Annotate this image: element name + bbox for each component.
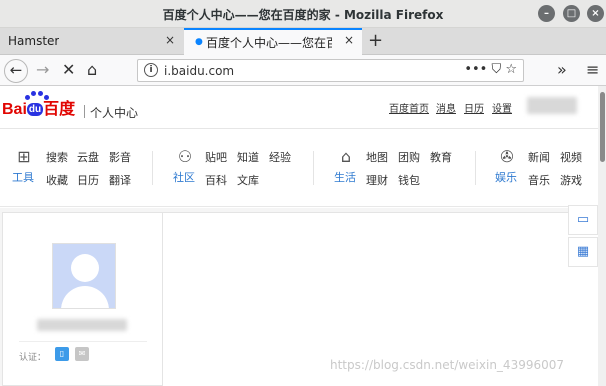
overflow-chevron-icon[interactable]: » xyxy=(557,59,567,81)
logo-bai: Bai xyxy=(2,101,27,118)
avatar-head xyxy=(71,254,99,282)
link-favorites[interactable]: 收藏 xyxy=(46,172,68,188)
link-video[interactable]: 影音 xyxy=(109,149,131,165)
divider xyxy=(152,151,153,185)
new-tab-button[interactable]: + xyxy=(368,30,383,51)
url-text[interactable]: i.baidu.com xyxy=(164,64,234,78)
maximize-button[interactable]: □ xyxy=(563,5,580,22)
apps-grid-icon[interactable]: ▦ xyxy=(568,237,598,267)
profile-card: 认证： ▯ ✉ xyxy=(2,212,163,386)
link-wallet[interactable]: 钱包 xyxy=(398,172,420,188)
link-tuangou[interactable]: 团购 xyxy=(398,149,420,165)
link-settings[interactable]: 设置 xyxy=(492,100,512,115)
mail-icon[interactable]: ✉ xyxy=(75,347,89,361)
tab-hamster[interactable]: Hamster × xyxy=(0,28,183,55)
tab-close-icon[interactable]: × xyxy=(165,33,175,47)
avatar[interactable] xyxy=(52,243,116,309)
home-button[interactable]: ⌂ xyxy=(87,59,97,81)
group-tools: ⊞ 工具 搜索 云盘 影音 收藏 日历 翻译 xyxy=(12,147,142,187)
phone-icon[interactable]: ▯ xyxy=(55,347,69,361)
link-jingyan[interactable]: 经验 xyxy=(269,149,291,165)
link-music[interactable]: 音乐 xyxy=(528,172,550,188)
username-redacted[interactable] xyxy=(527,97,577,114)
tab-loading-icon: ● xyxy=(195,37,203,47)
window-titlebar: 百度个人中心——您在百度的家 - Mozilla Firefox – □ × xyxy=(0,0,606,28)
verify-label: 认证： xyxy=(19,353,47,363)
film-reel-icon[interactable]: ✇ xyxy=(495,147,519,167)
link-messages[interactable]: 消息 xyxy=(436,100,456,115)
link-baidu-home[interactable]: 百度首页 xyxy=(389,100,429,115)
url-bar[interactable]: i i.baidu.com ••• ⛉ ☆ xyxy=(137,59,524,82)
group-title[interactable]: 工具 xyxy=(12,169,34,185)
link-education[interactable]: 教育 xyxy=(430,149,452,165)
grid-icon[interactable]: ⊞ xyxy=(12,147,36,167)
watermark: https://blog.csdn.net/weixin_43996007 xyxy=(330,358,565,372)
link-games[interactable]: 游戏 xyxy=(560,172,582,188)
link-calendar[interactable]: 日历 xyxy=(464,100,484,115)
back-button[interactable]: ← xyxy=(4,59,28,83)
link-tieba[interactable]: 贴吧 xyxy=(205,149,227,165)
divider xyxy=(19,341,147,342)
scrollbar-thumb[interactable] xyxy=(600,92,605,162)
minimize-button[interactable]: – xyxy=(538,5,555,22)
link-zhidao[interactable]: 知道 xyxy=(237,149,259,165)
group-entertainment: ✇ 娱乐 新闻 视频 音乐 游戏 xyxy=(495,147,595,187)
divider xyxy=(313,151,314,185)
group-community: ⚇ 社区 贴吧 知道 经验 百科 文库 xyxy=(173,147,303,187)
divider xyxy=(475,151,476,185)
service-nav: ⊞ 工具 搜索 云盘 影音 收藏 日历 翻译 ⚇ 社区 贴吧 知道 经验 百科 … xyxy=(0,129,598,207)
link-wenku[interactable]: 文库 xyxy=(237,172,259,188)
avatar-body xyxy=(61,286,109,308)
tab-label: 百度个人中心——您在百度 xyxy=(206,36,332,50)
tab-close-icon[interactable]: × xyxy=(344,33,354,47)
stop-button[interactable]: ✕ xyxy=(62,59,75,81)
forward-button[interactable]: → xyxy=(36,59,49,81)
tab-baidu[interactable]: ● 百度个人中心——您在百度 × xyxy=(184,28,362,55)
link-baike[interactable]: 百科 xyxy=(205,172,227,188)
link-map[interactable]: 地图 xyxy=(366,149,388,165)
link-finance[interactable]: 理财 xyxy=(366,172,388,188)
page-title: 个人中心 xyxy=(90,106,139,120)
logo-du: du xyxy=(26,103,44,116)
close-window-button[interactable]: × xyxy=(587,5,604,22)
tab-bar: Hamster × ● 百度个人中心——您在百度 × + xyxy=(0,28,606,55)
baidu-logo[interactable]: Bai du 百度 xyxy=(2,95,75,119)
people-icon[interactable]: ⚇ xyxy=(173,147,197,167)
username-redacted[interactable] xyxy=(37,319,127,331)
window-title: 百度个人中心——您在百度的家 - Mozilla Firefox xyxy=(162,8,444,22)
group-title[interactable]: 生活 xyxy=(334,169,356,185)
site-info-icon[interactable]: i xyxy=(144,63,158,77)
link-pan[interactable]: 云盘 xyxy=(77,149,99,165)
group-title[interactable]: 社区 xyxy=(173,169,195,185)
page-actions-icons[interactable]: ••• ⛉ ☆ xyxy=(464,62,517,77)
link-translate[interactable]: 翻译 xyxy=(109,172,131,188)
link-calendar[interactable]: 日历 xyxy=(77,172,99,188)
tab-label: Hamster xyxy=(8,34,60,48)
header-divider xyxy=(84,105,85,118)
link-video[interactable]: 视频 xyxy=(560,149,582,165)
hamburger-menu-icon[interactable]: ≡ xyxy=(586,59,599,81)
group-title[interactable]: 娱乐 xyxy=(495,169,517,185)
chat-icon[interactable]: ▭ xyxy=(568,205,598,235)
navigation-toolbar: ← → ✕ ⌂ i i.baidu.com ••• ⛉ ☆ » ≡ xyxy=(0,55,606,86)
link-news[interactable]: 新闻 xyxy=(528,149,550,165)
group-life: ⌂ 生活 地图 团购 教育 理财 钱包 xyxy=(334,147,464,187)
baidu-header: Bai du 百度 个人中心 百度首页 消息 日历 设置 xyxy=(0,86,598,129)
logo-baidu: 百度 xyxy=(43,101,76,118)
shop-icon[interactable]: ⌂ xyxy=(334,147,358,167)
link-search[interactable]: 搜索 xyxy=(46,149,68,165)
